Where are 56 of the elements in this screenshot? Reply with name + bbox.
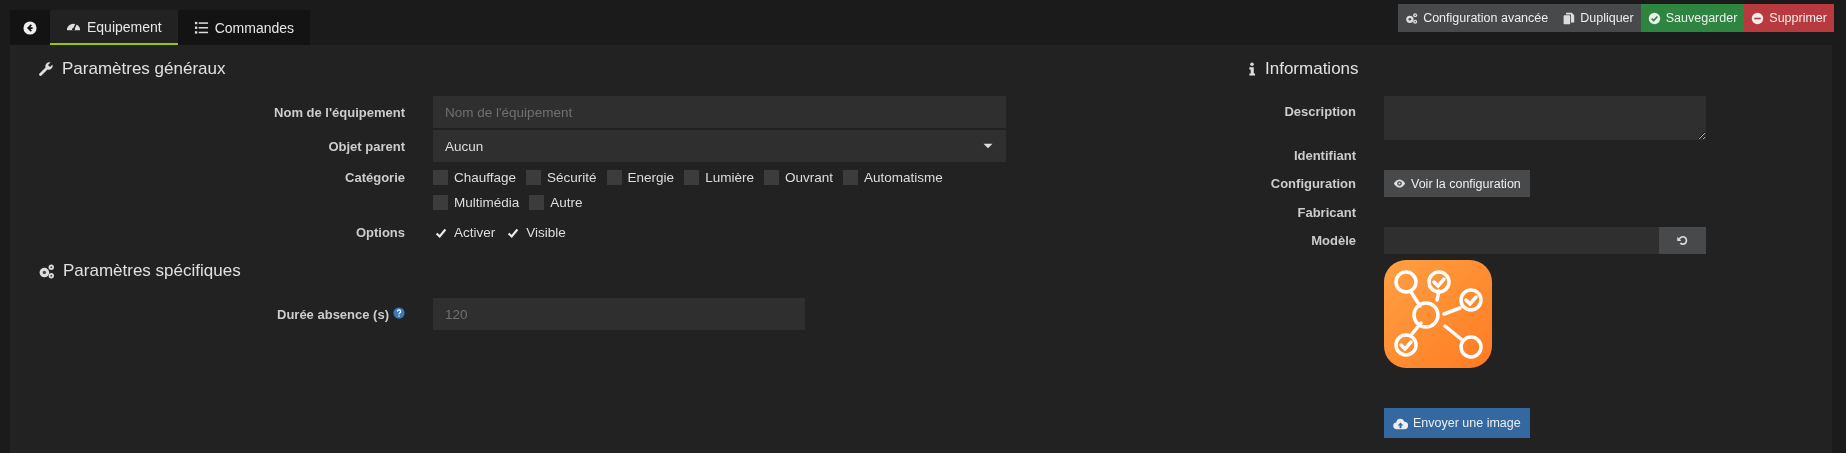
checkbox[interactable] <box>433 195 448 210</box>
check-icon <box>1647 11 1661 25</box>
list-icon <box>193 20 209 35</box>
field-label: Nom de l'équipement <box>274 104 405 120</box>
checkbox[interactable] <box>842 170 858 185</box>
checkbox-option[interactable]: Multimédia <box>433 190 520 215</box>
input-field[interactable]: Nom de l'équipement <box>433 96 1006 128</box>
field-label: Fabricant <box>1297 204 1356 220</box>
section-title: Informations <box>1265 59 1359 79</box>
field-label: Identifiant <box>1293 147 1356 163</box>
tab[interactable]: Commandes <box>177 10 311 45</box>
checkbox-option[interactable]: Energie <box>606 165 675 190</box>
section-title: Paramètres généraux <box>62 59 226 79</box>
field-label: Description <box>1284 104 1356 119</box>
action-button[interactable]: Sauvegarder <box>1640 4 1745 32</box>
checkbox-option[interactable]: Automatisme <box>842 165 943 190</box>
checkbox-option[interactable]: Activer <box>433 220 496 245</box>
section-title: Paramètres spécifiques <box>63 261 241 281</box>
action-button[interactable]: Dupliquer <box>1555 4 1641 32</box>
select-field[interactable]: Aucun <box>433 130 1006 162</box>
checkbox[interactable] <box>606 170 622 185</box>
checkbox[interactable] <box>529 195 545 210</box>
action-button[interactable]: Supprimer <box>1744 4 1834 32</box>
checkbox[interactable] <box>526 170 542 185</box>
checkbox[interactable] <box>763 170 779 185</box>
back-icon <box>23 20 37 35</box>
minus-icon <box>1751 11 1765 25</box>
field-label: Objet parent <box>328 138 405 154</box>
undo-icon <box>1676 234 1689 247</box>
tab[interactable]: Equipement <box>50 10 178 45</box>
field-label: Options <box>355 225 405 240</box>
copy-icon <box>1562 11 1576 25</box>
network-icon <box>1384 260 1492 368</box>
checkbox-option[interactable]: Sécurité <box>526 165 597 190</box>
checkbox-option[interactable]: Autre <box>529 190 583 215</box>
upload-image-button[interactable]: Envoyer une image <box>1384 408 1530 438</box>
action-button[interactable]: Configuration avancée <box>1398 4 1556 32</box>
gears-icon <box>1405 11 1419 25</box>
model-field[interactable] <box>1384 227 1659 254</box>
checkbox-option[interactable]: Lumière <box>684 165 754 190</box>
description-field[interactable] <box>1384 96 1706 140</box>
field-label: Durée absence (s) <box>277 306 389 322</box>
checkbox[interactable] <box>684 170 700 185</box>
eye-icon <box>1393 177 1406 190</box>
checkbox-option[interactable]: Chauffage <box>433 165 517 190</box>
checkbox-option[interactable]: Ouvrant <box>763 165 833 190</box>
checkbox[interactable] <box>433 170 448 185</box>
field-label: Configuration <box>1270 176 1356 191</box>
field-label: Catégorie <box>345 170 405 185</box>
field-label: Modèle <box>1311 233 1356 248</box>
checkbox-option[interactable]: Visible <box>505 220 566 245</box>
view-config-button[interactable]: Voir la configuration <box>1384 170 1530 197</box>
input-field[interactable]: 120 <box>433 298 805 330</box>
reset-button[interactable] <box>1659 227 1706 254</box>
gears-icon <box>38 262 55 280</box>
wrench-icon <box>38 61 54 77</box>
